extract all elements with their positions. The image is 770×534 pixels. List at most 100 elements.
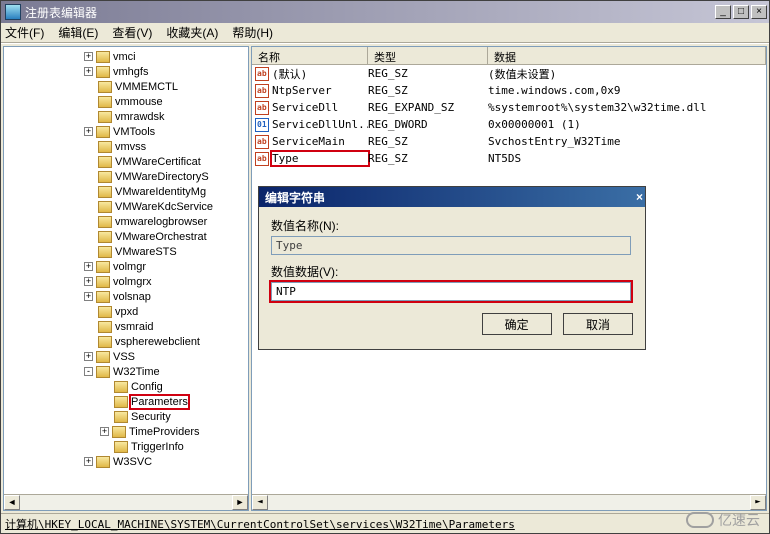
tree-item[interactable]: vspherewebclient	[4, 334, 248, 349]
expand-icon[interactable]: +	[84, 277, 93, 286]
status-path: 计算机\HKEY_LOCAL_MACHINE\SYSTEM\CurrentCon…	[5, 518, 515, 531]
tree-item[interactable]: + TimeProviders	[4, 424, 248, 439]
folder-icon	[98, 171, 112, 183]
dialog-close-button[interactable]: ×	[636, 190, 643, 204]
tree-item[interactable]: Security	[4, 409, 248, 424]
tree-item[interactable]: Parameters	[4, 394, 248, 409]
scroll-right-icon[interactable]: ►	[232, 495, 248, 510]
tree-label: VMMEMCTL	[115, 81, 178, 93]
tree-label: volmgr	[113, 261, 146, 273]
folder-icon	[98, 321, 112, 333]
menu-favorites[interactable]: 收藏夹(A)	[166, 24, 218, 41]
ok-button[interactable]: 确定	[482, 313, 552, 335]
list-row[interactable]: NtpServerREG_SZtime.windows.com,0x9	[252, 82, 766, 99]
cancel-button[interactable]: 取消	[563, 313, 633, 335]
tree-label: TimeProviders	[129, 426, 200, 438]
tree-item[interactable]: VMwareSTS	[4, 244, 248, 259]
tree-item[interactable]: vmwarelogbrowser	[4, 214, 248, 229]
folder-icon	[114, 396, 128, 408]
tree-item[interactable]: Config	[4, 379, 248, 394]
expand-icon[interactable]: +	[84, 127, 93, 136]
tree-label: VMwareIdentityMg	[115, 186, 206, 198]
tree-label: Parameters	[131, 396, 188, 408]
tree-label: VSS	[113, 351, 135, 363]
tree-item[interactable]: vsmraid	[4, 319, 248, 334]
value-data: 0x00000001 (1)	[488, 118, 766, 131]
tree-item[interactable]: +volsnap	[4, 289, 248, 304]
menu-file[interactable]: 文件(F)	[5, 24, 44, 41]
scroll-left-icon[interactable]: ◄	[252, 495, 268, 510]
expand-icon[interactable]: +	[84, 52, 93, 61]
folder-icon	[98, 201, 112, 213]
expand-icon[interactable]: +	[84, 292, 93, 301]
string-icon	[255, 84, 269, 98]
tree-item[interactable]: +vmci	[4, 49, 248, 64]
expand-icon[interactable]: +	[100, 427, 109, 436]
col-type[interactable]: 类型	[368, 47, 488, 64]
tree-item[interactable]: VMWareKdcService	[4, 199, 248, 214]
folder-icon	[96, 66, 110, 78]
tree-item[interactable]: VMwareOrchestrat	[4, 229, 248, 244]
folder-icon	[112, 426, 126, 438]
name-label: 数值名称(N):	[271, 217, 633, 234]
tree-item[interactable]: + VSS	[4, 349, 248, 364]
value-data: %systemroot%\system32\w32time.dll	[488, 101, 766, 114]
value-type: REG_SZ	[368, 135, 488, 148]
tree-label: TriggerInfo	[131, 441, 184, 453]
tree-item[interactable]: vmmouse	[4, 94, 248, 109]
list-row[interactable]: (默认)REG_SZ(数值未设置)	[252, 65, 766, 82]
tree-pane[interactable]: +vmci+vmhgfsVMMEMCTLvmmousevmrawdsk+VMTo…	[3, 46, 249, 511]
scroll-left-icon[interactable]: ◄	[4, 495, 20, 510]
folder-icon	[96, 126, 110, 138]
tree-item[interactable]: VMMEMCTL	[4, 79, 248, 94]
expand-icon[interactable]: +	[84, 67, 93, 76]
maximize-button[interactable]: □	[733, 5, 749, 19]
expand-icon[interactable]: +	[84, 457, 93, 466]
minimize-button[interactable]: _	[715, 5, 731, 19]
tree-item[interactable]: vmvss	[4, 139, 248, 154]
tree-item[interactable]: VMWareDirectoryS	[4, 169, 248, 184]
tree-item[interactable]: VMwareIdentityMg	[4, 184, 248, 199]
tree-item[interactable]: vpxd	[4, 304, 248, 319]
folder-icon	[98, 336, 112, 348]
tree-hscroll[interactable]: ◄ ►	[4, 494, 248, 510]
list-row[interactable]: ServiceDllREG_EXPAND_SZ%systemroot%\syst…	[252, 99, 766, 116]
list-hscroll[interactable]: ◄ ►	[252, 494, 766, 510]
folder-icon	[98, 141, 112, 153]
tree-label: volmgrx	[113, 276, 152, 288]
scroll-track[interactable]	[20, 495, 232, 510]
tree-item[interactable]: vmrawdsk	[4, 109, 248, 124]
col-name[interactable]: 名称	[252, 47, 368, 64]
scroll-right-icon[interactable]: ►	[750, 495, 766, 510]
tree-item[interactable]: +W3SVC	[4, 454, 248, 469]
close-button[interactable]: ×	[751, 5, 767, 19]
col-data[interactable]: 数据	[488, 47, 766, 64]
value-type: REG_SZ	[368, 84, 488, 97]
tree-item[interactable]: + volmgrx	[4, 274, 248, 289]
expand-icon[interactable]: +	[84, 352, 93, 361]
tree-label: vmhgfs	[113, 66, 148, 78]
tree-item[interactable]: -W32Time	[4, 364, 248, 379]
tree-item[interactable]: VMWareCertificat	[4, 154, 248, 169]
list-row[interactable]: ServiceMainREG_SZSvchostEntry_W32Time	[252, 133, 766, 150]
string-icon	[255, 135, 269, 149]
value-type: REG_SZ	[368, 152, 488, 165]
folder-icon	[96, 261, 110, 273]
tree-item[interactable]: +VMTools	[4, 124, 248, 139]
scroll-track[interactable]	[268, 495, 750, 510]
tree-item[interactable]: TriggerInfo	[4, 439, 248, 454]
tree-item[interactable]: + vmhgfs	[4, 64, 248, 79]
string-icon	[255, 67, 269, 81]
collapse-icon[interactable]: -	[84, 367, 93, 376]
menu-view[interactable]: 查看(V)	[112, 24, 152, 41]
statusbar: 计算机\HKEY_LOCAL_MACHINE\SYSTEM\CurrentCon…	[1, 513, 769, 533]
list-row[interactable]: TypeREG_SZNT5DS	[252, 150, 766, 167]
folder-icon	[96, 51, 110, 63]
list-row[interactable]: ServiceDllUnl...REG_DWORD0x00000001 (1)	[252, 116, 766, 133]
menu-edit[interactable]: 编辑(E)	[58, 24, 98, 41]
expand-icon[interactable]: +	[84, 262, 93, 271]
data-field[interactable]: NTP	[271, 282, 631, 301]
tree-item[interactable]: + volmgr	[4, 259, 248, 274]
tree-label: vmwarelogbrowser	[115, 216, 207, 228]
menu-help[interactable]: 帮助(H)	[232, 24, 273, 41]
